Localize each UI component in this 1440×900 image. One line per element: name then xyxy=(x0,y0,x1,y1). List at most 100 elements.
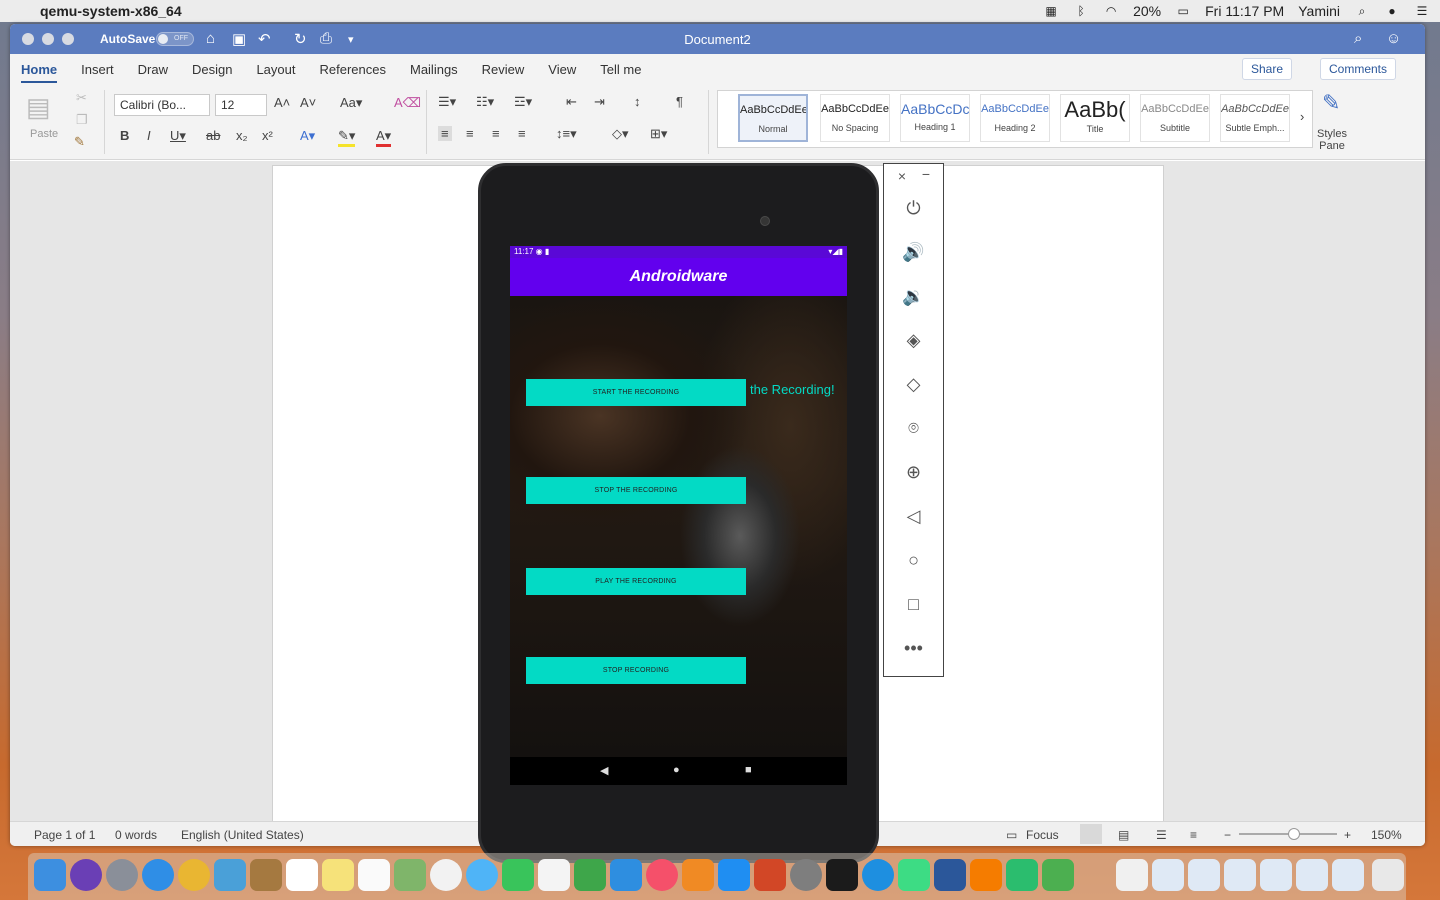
multilevel-list-icon[interactable]: ☲▾ xyxy=(514,94,532,110)
screenshot-stack-icon[interactable] xyxy=(1260,859,1292,891)
font-size-dropdown[interactable]: 12 xyxy=(215,94,267,116)
android-studio-icon[interactable] xyxy=(898,859,930,891)
increase-indent-icon[interactable]: ⇥ xyxy=(594,94,605,110)
outline-icon[interactable]: ☰ xyxy=(1156,828,1167,842)
finder-icon[interactable] xyxy=(34,859,66,891)
word-count[interactable]: 0 words xyxy=(115,828,157,842)
volume-down-icon[interactable]: 🔉 xyxy=(884,286,943,307)
messages-icon[interactable] xyxy=(466,859,498,891)
screenshot-stack-icon[interactable] xyxy=(1188,859,1220,891)
recents-icon[interactable]: ■ xyxy=(745,764,752,776)
text-effects-icon[interactable]: A▾ xyxy=(300,128,315,144)
draft-icon[interactable]: ≡ xyxy=(1190,828,1197,842)
app-menu-name[interactable]: qemu-system-x86_64 xyxy=(40,3,182,19)
trash-icon[interactable] xyxy=(1372,859,1404,891)
play-recording-button[interactable]: PLAY THE RECORDING xyxy=(526,568,746,595)
terminal-icon[interactable] xyxy=(826,859,858,891)
format-painter-icon[interactable]: ✎ xyxy=(74,134,85,150)
decrease-indent-icon[interactable]: ⇤ xyxy=(566,94,577,110)
safari-icon[interactable] xyxy=(142,859,174,891)
skype-icon[interactable] xyxy=(862,859,894,891)
android-emulator-icon[interactable] xyxy=(1006,859,1038,891)
line-spacing-icon[interactable]: ↕≡▾ xyxy=(556,126,577,142)
change-case-icon[interactable]: Aa▾ xyxy=(340,95,362,111)
books-icon[interactable] xyxy=(682,859,714,891)
bluetooth-icon[interactable]: ᛒ xyxy=(1073,4,1089,18)
highlight-icon[interactable]: ✎▾ xyxy=(338,128,356,147)
page-count[interactable]: Page 1 of 1 xyxy=(34,828,95,842)
rotate-left-icon[interactable]: ◈ xyxy=(884,330,943,351)
notification-center-icon[interactable]: ☰ xyxy=(1414,4,1430,18)
siri-icon[interactable] xyxy=(70,859,102,891)
home-icon[interactable]: ○ xyxy=(884,550,943,571)
zoom-icon[interactable]: ⊕ xyxy=(884,462,943,483)
zoom-out-icon[interactable]: − xyxy=(1224,828,1231,842)
tab-design[interactable]: Design xyxy=(192,62,232,77)
justify-icon[interactable]: ≡ xyxy=(518,126,526,141)
rotate-right-icon[interactable]: ◇ xyxy=(884,374,943,395)
zoom-in-icon[interactable]: + xyxy=(1344,828,1351,842)
cut-icon[interactable]: ✂ xyxy=(76,90,87,106)
music-icon[interactable] xyxy=(646,859,678,891)
zoom-slider-thumb[interactable] xyxy=(1288,828,1300,840)
style-title[interactable]: AaBb( Title xyxy=(1060,94,1130,142)
superscript-icon[interactable]: x² xyxy=(262,128,273,143)
bold-icon[interactable]: B xyxy=(120,128,129,143)
tab-draw[interactable]: Draw xyxy=(138,62,168,77)
more-options-icon[interactable]: ••• xyxy=(884,638,943,659)
styles-pane-icon[interactable]: ✎ xyxy=(1322,90,1340,116)
wifi-icon[interactable]: ◠ xyxy=(1103,4,1119,18)
system-preferences-icon[interactable] xyxy=(790,859,822,891)
clear-formatting-icon[interactable]: A⌫ xyxy=(394,95,421,111)
maps-icon[interactable] xyxy=(394,859,426,891)
smiley-feedback-icon[interactable]: ☺ xyxy=(1386,30,1401,47)
tab-home[interactable]: Home xyxy=(21,62,58,83)
battery-percent[interactable]: 20% xyxy=(1133,3,1161,19)
stop-recording-button[interactable]: STOP THE RECORDING xyxy=(526,477,746,504)
docker-icon[interactable]: ▦ xyxy=(1043,4,1059,18)
tab-insert[interactable]: Insert xyxy=(81,62,114,77)
borders-icon[interactable]: ⊞▾ xyxy=(650,126,667,142)
align-left-icon[interactable]: ≡ xyxy=(438,126,452,141)
screenshot-stack-icon[interactable] xyxy=(1296,859,1328,891)
numbers-icon[interactable] xyxy=(574,859,606,891)
spotlight-search-icon[interactable]: ⌕ xyxy=(1354,4,1370,18)
style-heading-1[interactable]: AaBbCcDc Heading 1 xyxy=(900,94,970,142)
stop-playback-button[interactable]: STOP RECORDING xyxy=(526,657,746,684)
comments-button[interactable]: Comments xyxy=(1320,58,1397,80)
language[interactable]: English (United States) xyxy=(181,828,304,842)
camera-screenshot-icon[interactable]: ⌾ xyxy=(884,418,943,439)
preview-icon[interactable] xyxy=(214,859,246,891)
battery-icon[interactable]: ▭ xyxy=(1175,4,1191,18)
align-right-icon[interactable]: ≡ xyxy=(492,126,500,141)
numbering-icon[interactable]: ☷▾ xyxy=(476,94,494,110)
pages-icon[interactable] xyxy=(538,859,570,891)
minimize-icon[interactable]: − xyxy=(916,166,936,182)
launchpad-icon[interactable] xyxy=(106,859,138,891)
emulator-screen[interactable]: 11:17 ◉ ▮ ▾◢▮ Androidware START THE RECO… xyxy=(510,246,847,785)
style-normal[interactable]: AaBbCcDdEe Normal xyxy=(738,94,808,142)
clock[interactable]: Fri 11:17 PM xyxy=(1205,3,1284,19)
chrome-icon[interactable] xyxy=(178,859,210,891)
siri-icon[interactable]: ● xyxy=(1384,4,1400,18)
copy-icon[interactable]: ❐ xyxy=(76,112,88,128)
print-layout-icon[interactable] xyxy=(1080,824,1102,844)
tab-view[interactable]: View xyxy=(548,62,576,77)
shading-icon[interactable]: ◇▾ xyxy=(612,126,629,142)
reminders-icon[interactable] xyxy=(358,859,390,891)
documents-folder-icon[interactable] xyxy=(1152,859,1184,891)
focus-button[interactable]: Focus xyxy=(1026,828,1059,842)
style-subtle-emphasis[interactable]: AaBbCcDdEe Subtle Emph... xyxy=(1220,94,1290,142)
chevron-right-icon[interactable]: › xyxy=(1300,109,1304,124)
volume-up-icon[interactable]: 🔊 xyxy=(884,242,943,263)
overview-icon[interactable]: □ xyxy=(884,594,943,615)
focus-icon[interactable]: ▭ xyxy=(1006,828,1017,842)
style-no-spacing[interactable]: AaBbCcDdEe No Spacing xyxy=(820,94,890,142)
powerpoint-icon[interactable] xyxy=(754,859,786,891)
font-color-icon[interactable]: A▾ xyxy=(376,128,392,147)
home-icon[interactable]: ● xyxy=(673,764,680,776)
sort-icon[interactable]: ↕ xyxy=(634,94,641,109)
start-recording-button[interactable]: START THE RECORDING xyxy=(526,379,746,406)
keynote-icon[interactable] xyxy=(610,859,642,891)
shrink-font-icon[interactable]: A˅ xyxy=(300,95,316,110)
